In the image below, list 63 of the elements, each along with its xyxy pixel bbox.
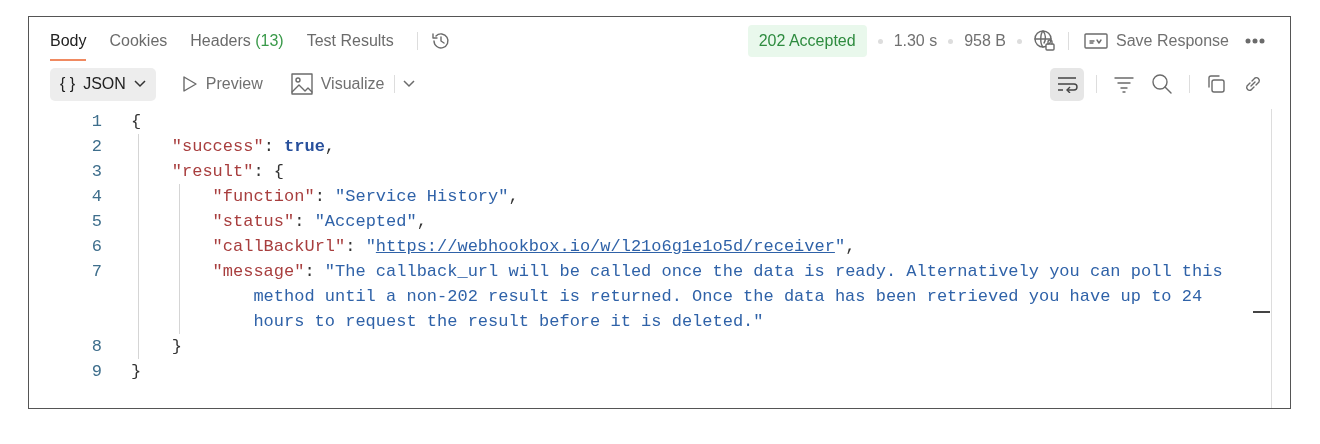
- line-number: 1: [90, 111, 102, 133]
- view-mode-button[interactable]: Preview: [181, 72, 263, 96]
- response-tab[interactable]: Headers (13): [190, 21, 284, 61]
- json-boolean: true: [284, 137, 325, 156]
- wrap-button[interactable]: [1050, 67, 1084, 101]
- line-number: 4: [90, 186, 102, 208]
- response-size: 958 B: [964, 31, 1007, 51]
- json-string: hours to request the result before it is deleted.": [253, 312, 764, 331]
- json-key: "status": [212, 212, 295, 231]
- history-icon: [429, 30, 452, 52]
- response-time: 1.30 s: [893, 31, 938, 51]
- scroll-thumb[interactable]: [1253, 311, 1270, 313]
- json-punctuation: ,: [324, 137, 336, 156]
- line-number: 7: [90, 261, 102, 283]
- image-icon: [290, 73, 313, 95]
- json-key: "function": [212, 187, 315, 206]
- url-link[interactable]: https://webhookbox.io/w/l21o6g1e1o5d/receiver: [375, 237, 835, 256]
- chevron-down-icon: [133, 80, 146, 88]
- response-tab[interactable]: Body: [50, 21, 87, 61]
- json-string: ": [834, 237, 846, 256]
- line-number: 5: [90, 211, 102, 233]
- scrollbar[interactable]: [1251, 109, 1272, 408]
- json-key: "callBackUrl": [212, 237, 346, 256]
- line-number: 9: [90, 361, 102, 383]
- json-string: "Accepted": [314, 212, 417, 231]
- json-punctuation: }: [131, 362, 142, 381]
- response-tab[interactable]: Cookies: [109, 21, 168, 61]
- filter-icon: [1113, 75, 1135, 93]
- chevron-down-icon: [403, 80, 416, 88]
- line-number: 8: [90, 336, 102, 358]
- json-punctuation: ,: [845, 237, 856, 256]
- json-punctuation: }: [171, 337, 182, 356]
- format-dropdown[interactable]: { } JSON: [50, 67, 156, 101]
- json-punctuation: ,: [508, 187, 519, 206]
- wrap-icon: [1056, 75, 1078, 93]
- more-icon: [1244, 37, 1266, 45]
- line-number: 6: [90, 236, 102, 258]
- json-punctuation: :: [304, 262, 316, 281]
- play-icon: [181, 75, 198, 93]
- json-string: "The callback_url will be called once the data is ready. Alternatively you can poll this: [324, 262, 1223, 281]
- save-response-button[interactable]: Save Response: [1084, 29, 1229, 53]
- example-icon: [1084, 32, 1109, 50]
- json-punctuation: :: [314, 187, 326, 206]
- json-punctuation: :: [263, 137, 275, 156]
- json-key: "message": [212, 262, 305, 281]
- json-punctuation: ,: [416, 212, 427, 231]
- json-punctuation: : {: [253, 162, 285, 181]
- response-tab[interactable]: Test Results: [306, 21, 394, 61]
- view-mode-button[interactable]: Visualize: [290, 72, 385, 96]
- json-punctuation: :: [294, 212, 306, 231]
- json-string: ": [365, 237, 376, 256]
- search-icon: [1151, 73, 1173, 95]
- line-number: 2: [90, 136, 102, 158]
- json-key: "result": [171, 162, 254, 181]
- json-string: "Service History": [335, 187, 509, 206]
- globe-lock-icon[interactable]: [1033, 29, 1058, 53]
- copy-icon: [1206, 74, 1226, 94]
- json-key: "success": [171, 137, 264, 156]
- json-punctuation: :: [345, 237, 357, 256]
- json-string: method until a non-202 result is returned. Once the data has been retrieved you have up to 24: [253, 287, 1203, 306]
- status-badge: 202 Accepted: [747, 25, 867, 57]
- line-number: 3: [90, 161, 102, 183]
- json-punctuation: {: [131, 112, 142, 131]
